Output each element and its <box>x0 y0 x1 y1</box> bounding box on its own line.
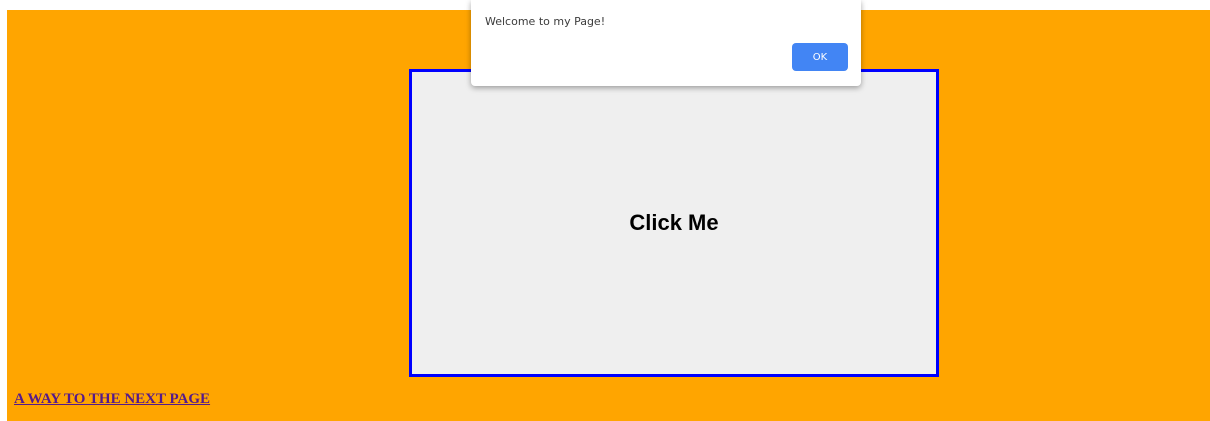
click-me-box[interactable]: Click Me <box>409 69 939 377</box>
alert-message: Welcome to my Page! <box>485 15 606 28</box>
next-page-link[interactable]: A WAY TO THE NEXT PAGE <box>14 391 210 408</box>
alert-dialog: Welcome to my Page! OK <box>471 0 861 86</box>
ok-button[interactable]: OK <box>792 43 848 71</box>
